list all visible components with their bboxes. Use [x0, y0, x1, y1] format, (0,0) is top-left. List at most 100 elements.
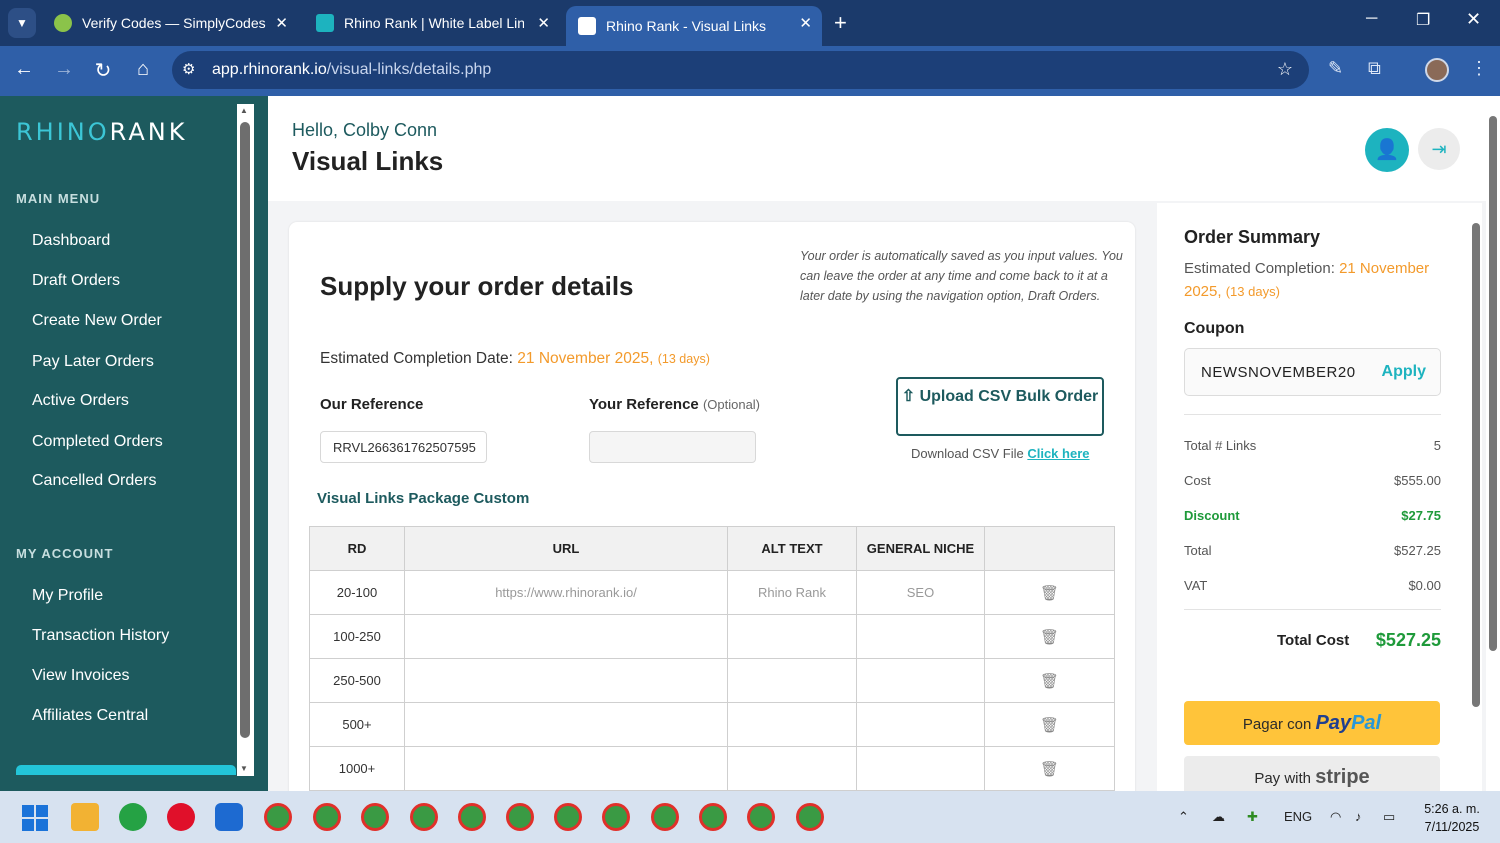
opera-icon[interactable]	[167, 803, 195, 831]
profile-avatar[interactable]	[1425, 58, 1449, 82]
close-tab-icon[interactable]: ✕	[275, 14, 288, 32]
sidebar-item-affiliates-central[interactable]: Affiliates Central	[32, 707, 148, 725]
file-explorer-icon[interactable]	[71, 803, 99, 831]
url-input[interactable]	[404, 658, 728, 703]
niche-select[interactable]	[856, 746, 985, 791]
sidebar-item-active-orders[interactable]: Active Orders	[32, 392, 129, 410]
url-text[interactable]: app.rhinorank.io/visual-links/details.ph…	[212, 61, 491, 79]
niche-select[interactable]: SEO	[856, 570, 985, 615]
chrome-profile-icon[interactable]	[264, 803, 292, 831]
summary-scroll-thumb[interactable]	[1472, 223, 1480, 707]
close-tab-icon[interactable]: ✕	[537, 14, 550, 32]
chrome-profile-icon[interactable]	[796, 803, 824, 831]
chrome-profile-icon[interactable]	[313, 803, 341, 831]
chrome-profile-icon[interactable]	[602, 803, 630, 831]
battery-icon[interactable]: ▭	[1383, 809, 1395, 825]
whatsapp-icon[interactable]	[119, 803, 147, 831]
delete-row-button[interactable]: 🗑	[984, 746, 1115, 791]
summary-scrollbar[interactable]	[1470, 203, 1482, 791]
sidebar-item-draft-orders[interactable]: Draft Orders	[32, 272, 120, 290]
volume-icon[interactable]: ♪	[1355, 809, 1362, 824]
url-input[interactable]	[404, 614, 728, 659]
extensions-icon[interactable]: ⧉	[1368, 58, 1381, 79]
back-icon[interactable]: ←	[12, 58, 36, 81]
alt-text-input[interactable]	[727, 746, 857, 791]
home-icon[interactable]: ⌂	[131, 58, 155, 81]
upload-csv-button[interactable]: ⇧ Upload CSV Bulk Order	[896, 377, 1104, 436]
scroll-up-icon[interactable]: ▲	[240, 106, 248, 115]
page-scroll-thumb[interactable]	[1489, 116, 1497, 651]
tab-visual-links[interactable]: Rhino Rank - Visual Links ✕	[566, 6, 822, 46]
alt-text-input[interactable]	[727, 614, 857, 659]
sidebar-item-dashboard[interactable]: Dashboard	[32, 232, 110, 250]
chrome-profile-icon[interactable]	[651, 803, 679, 831]
sidebar-item-cancelled-orders[interactable]: Cancelled Orders	[32, 472, 157, 490]
chrome-profile-icon[interactable]	[458, 803, 486, 831]
stripe-button[interactable]: Pay with stripe	[1184, 756, 1440, 793]
restore-icon[interactable]: ❐	[1416, 10, 1430, 30]
system-clock[interactable]: 5:26 a. m. 7/11/2025	[1412, 800, 1492, 836]
language-indicator[interactable]: ENG	[1284, 809, 1312, 824]
alt-text-input[interactable]	[727, 658, 857, 703]
niche-select[interactable]	[856, 658, 985, 703]
chrome-profile-icon[interactable]	[361, 803, 389, 831]
coupon-field[interactable]: NEWSNOVEMBER2025 Apply	[1184, 348, 1441, 396]
sidebar-item-pay-later-orders[interactable]: Pay Later Orders	[32, 353, 154, 371]
download-csv-link[interactable]: Click here	[1027, 446, 1089, 461]
sidebar-item-completed-orders[interactable]: Completed Orders	[32, 433, 163, 451]
close-tab-icon[interactable]: ✕	[799, 14, 812, 32]
tray-expand-icon[interactable]: ⌃	[1178, 809, 1189, 825]
url-input[interactable]	[404, 702, 728, 747]
alt-text-input[interactable]	[727, 702, 857, 747]
reload-icon[interactable]: ↻	[91, 58, 115, 83]
browser-menu-icon[interactable]: ⋮	[1470, 58, 1488, 79]
new-tab-icon[interactable]: +	[834, 10, 847, 36]
delete-row-button[interactable]: 🗑	[984, 658, 1115, 703]
wifi-icon[interactable]: ◠	[1330, 809, 1341, 825]
sidebar-item-create-new-order[interactable]: Create New Order	[32, 312, 162, 330]
url-input[interactable]: https://www.rhinorank.io/	[404, 570, 728, 615]
tab-rhinorank-white-label[interactable]: Rhino Rank | White Label Link Building ✕	[304, 6, 560, 40]
sidebar-scrollbar[interactable]: ▲ ▼	[237, 104, 254, 776]
url-input[interactable]	[404, 746, 728, 791]
chrome-profile-icon[interactable]	[410, 803, 438, 831]
onedrive-icon[interactable]: ☁	[1212, 809, 1225, 825]
paypal-button[interactable]: Pagar con PayPal	[1184, 701, 1440, 745]
address-bar[interactable]: ⚙ app.rhinorank.io/visual-links/details.…	[172, 51, 1309, 89]
close-window-icon[interactable]: ✕	[1466, 9, 1481, 30]
logout-button[interactable]: ⇥	[1418, 128, 1460, 170]
alt-text-input[interactable]: Rhino Rank	[727, 570, 857, 615]
delete-row-button[interactable]: 🗑	[984, 570, 1115, 615]
tab-search-button[interactable]: ▼	[8, 8, 36, 38]
chrome-profile-icon[interactable]	[699, 803, 727, 831]
sidebar-item-my-profile[interactable]: My Profile	[32, 587, 103, 605]
delete-row-button[interactable]: 🗑	[984, 702, 1115, 747]
apply-coupon-button[interactable]: Apply	[1382, 363, 1426, 381]
sidebar-bottom-button[interactable]	[16, 765, 236, 775]
niche-select[interactable]	[856, 702, 985, 747]
sidebar-item-view-invoices[interactable]: View Invoices	[32, 667, 130, 685]
our-reference-field[interactable]: RRVL266361762507595	[320, 431, 487, 463]
outlook-icon[interactable]	[215, 803, 243, 831]
your-reference-field[interactable]	[589, 431, 756, 463]
bookmark-star-icon[interactable]: ☆	[1277, 59, 1293, 80]
forward-icon[interactable]: →	[52, 58, 76, 81]
delete-row-button[interactable]: 🗑	[984, 614, 1115, 659]
coupon-input[interactable]: NEWSNOVEMBER2025	[1201, 364, 1355, 381]
chrome-profile-icon[interactable]	[506, 803, 534, 831]
user-profile-button[interactable]: 👤	[1365, 128, 1409, 172]
windows-start-icon[interactable]	[22, 805, 48, 831]
chrome-profile-icon[interactable]	[747, 803, 775, 831]
niche-select[interactable]	[856, 614, 985, 659]
chrome-profile-icon[interactable]	[554, 803, 582, 831]
sidebar-item-transaction-history[interactable]: Transaction History	[32, 627, 169, 645]
tab-simplycodes[interactable]: Verify Codes — SimplyCodes ✕	[42, 6, 298, 40]
app-tray-icon[interactable]: ✚	[1247, 809, 1258, 825]
edit-icon[interactable]: ✎	[1328, 58, 1343, 79]
scroll-down-icon[interactable]: ▼	[240, 764, 248, 773]
site-info-icon[interactable]: ⚙	[182, 60, 195, 78]
minimize-icon[interactable]: ─	[1366, 10, 1377, 28]
page-scrollbar[interactable]	[1486, 96, 1500, 791]
rhinorank-logo[interactable]: RHINORANK	[16, 118, 187, 146]
sidebar-scroll-thumb[interactable]	[240, 122, 250, 738]
